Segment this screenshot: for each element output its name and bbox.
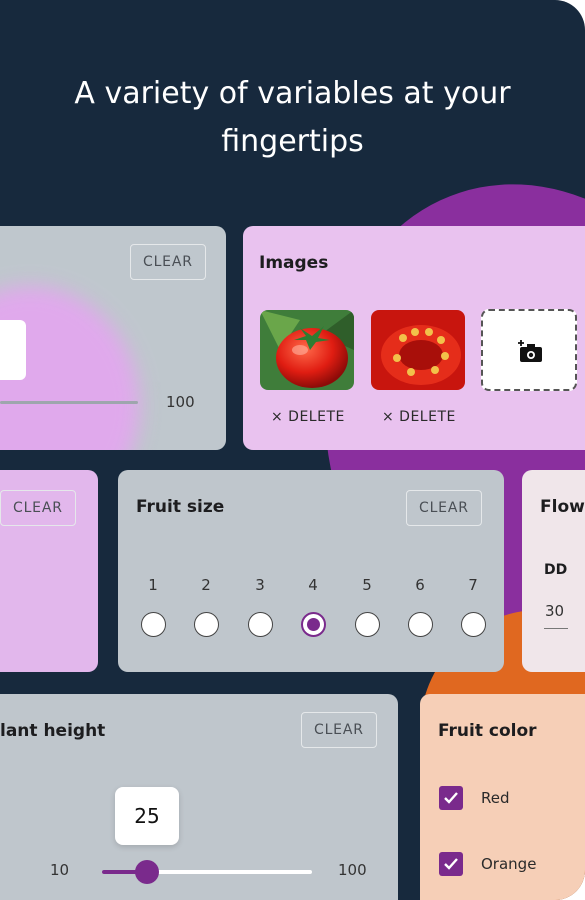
add-photo-icon <box>518 340 542 362</box>
fruit-size-radio-2[interactable] <box>194 612 219 637</box>
flower-date-label: DD <box>544 562 568 578</box>
fruit-size-label-5: 5 <box>362 576 372 594</box>
fruit-size-clear-button[interactable]: CLEAR <box>406 490 482 526</box>
plant-height-title: lant height <box>0 721 106 741</box>
plant-height-clear-button[interactable]: CLEAR <box>301 712 377 748</box>
fruit-color-red-label: Red <box>481 789 510 807</box>
plant-height-min-label: 10 <box>50 861 70 879</box>
flower-date-underline <box>544 628 568 629</box>
checkmark-icon <box>444 858 458 870</box>
add-photo-button[interactable] <box>481 309 577 391</box>
app-screen: A variety of variables at your fingertip… <box>0 0 585 900</box>
fruit-size-label-2: 2 <box>201 576 211 594</box>
fruit-size-radio-7[interactable] <box>461 612 486 637</box>
fruit-size-title: Fruit size <box>136 497 225 517</box>
left-card-clear-button[interactable]: CLEAR <box>0 490 76 526</box>
images-card-title: Images <box>259 253 329 273</box>
headline-line-1: A variety of variables at your <box>74 76 511 111</box>
image-thumbnail-tomato-slice[interactable] <box>371 310 465 390</box>
flower-card: Flow DD 30 <box>522 470 585 672</box>
range-clear-button[interactable]: CLEAR <box>130 244 206 280</box>
fruit-size-label-4: 4 <box>308 576 318 594</box>
headline: A variety of variables at your fingertip… <box>0 70 585 166</box>
checkmark-icon <box>444 792 458 804</box>
range-input-box[interactable] <box>0 320 26 380</box>
fruit-size-label-7: 7 <box>468 576 478 594</box>
range-slider-track[interactable] <box>0 401 138 404</box>
plant-height-value-tooltip: 25 <box>115 787 179 845</box>
flower-card-title: Flow <box>540 497 585 517</box>
delete-image-1-button[interactable]: × DELETE <box>271 409 345 425</box>
fruit-color-red-checkbox[interactable] <box>439 786 463 810</box>
fruit-size-label-3: 3 <box>255 576 265 594</box>
tomato-slice-image <box>371 310 465 390</box>
fruit-size-radio-4[interactable] <box>301 612 326 637</box>
fruit-size-radio-5[interactable] <box>355 612 380 637</box>
fruit-size-radio-1[interactable] <box>141 612 166 637</box>
range-max-label: 100 <box>166 393 195 411</box>
headline-line-2: fingertips <box>221 124 364 159</box>
plant-height-slider-thumb[interactable] <box>135 860 159 884</box>
fruit-size-card: Fruit size CLEAR <box>118 470 504 672</box>
flower-date-input[interactable]: 30 <box>545 602 564 620</box>
fruit-color-orange-checkbox[interactable] <box>439 852 463 876</box>
left-card: CLEAR <box>0 470 98 672</box>
delete-image-2-button[interactable]: × DELETE <box>382 409 456 425</box>
fruit-color-orange-label: Orange <box>481 855 537 873</box>
range-card: CLEAR 100 <box>0 226 226 450</box>
fruit-color-title: Fruit color <box>438 721 537 741</box>
plant-height-max-label: 100 <box>338 861 367 879</box>
image-thumbnail-tomato[interactable] <box>260 310 354 390</box>
fruit-size-radio-6[interactable] <box>408 612 433 637</box>
tomato-image <box>260 310 354 390</box>
fruit-size-radio-3[interactable] <box>248 612 273 637</box>
fruit-size-label-6: 6 <box>415 576 425 594</box>
fruit-size-label-1: 1 <box>148 576 158 594</box>
